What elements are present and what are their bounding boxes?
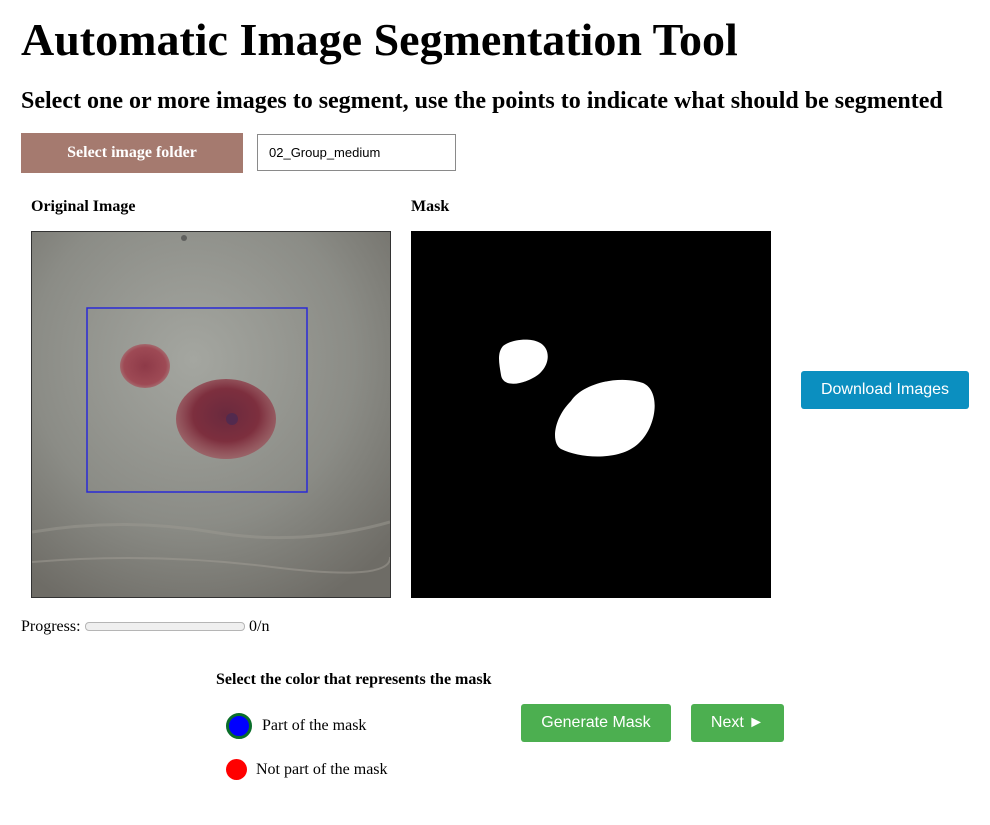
red-color-swatch-icon[interactable]: [226, 759, 247, 780]
download-images-button[interactable]: Download Images: [801, 371, 969, 409]
original-image-canvas[interactable]: [31, 231, 391, 598]
progress-bar: [85, 622, 245, 631]
next-button[interactable]: Next ►: [691, 704, 784, 742]
mask-canvas: [411, 231, 771, 598]
blue-color-swatch-icon[interactable]: [226, 713, 252, 739]
mask-color-option-label: Not part of the mask: [256, 760, 388, 778]
small-lesion: [120, 344, 170, 388]
mask-region-large: [555, 379, 655, 457]
mask-color-option-part[interactable]: Part of the mask: [226, 713, 366, 739]
mask-image: [499, 339, 655, 457]
mask-label: Mask: [411, 198, 450, 215]
folder-name-field[interactable]: 02_Group_medium: [257, 134, 456, 171]
original-image: [32, 232, 390, 597]
mask-color-heading: Select the color that represents the mas…: [216, 671, 492, 688]
page-title: Automatic Image Segmentation Tool: [21, 14, 738, 65]
mask-region-small: [499, 339, 548, 384]
page-subtitle: Select one or more images to segment, us…: [21, 88, 943, 114]
mask-color-option-not-part[interactable]: Not part of the mask: [226, 759, 388, 780]
progress-label: Progress:: [21, 618, 81, 635]
select-folder-button[interactable]: Select image folder: [21, 133, 243, 173]
original-image-label: Original Image: [31, 198, 136, 215]
generate-mask-button[interactable]: Generate Mask: [521, 704, 671, 742]
mask-color-option-label: Part of the mask: [262, 717, 367, 734]
progress-count: 0/n: [249, 618, 270, 635]
